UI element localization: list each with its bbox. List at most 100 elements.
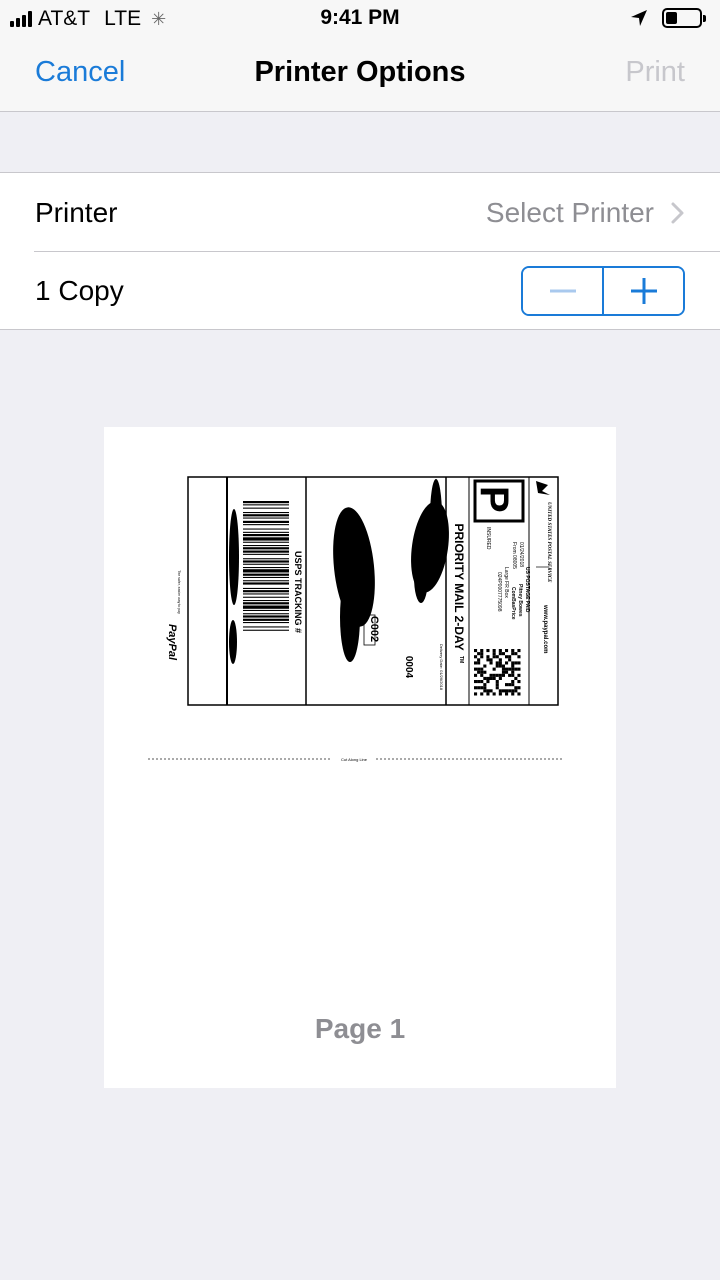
2d-barcode-module	[498, 692, 502, 696]
2d-barcode-module	[480, 655, 484, 659]
2d-barcode-module	[486, 689, 490, 693]
select-printer-value: Select Printer	[485, 197, 654, 228]
barcode-bar	[243, 582, 289, 585]
page-number-label: Page 1	[314, 1013, 406, 1044]
2d-barcode-module	[480, 680, 484, 684]
barcode-bar	[243, 613, 289, 615]
2d-barcode-module	[477, 667, 481, 671]
postage-paid: US POSTAGE PAID	[524, 567, 530, 613]
2d-barcode-module	[495, 673, 499, 677]
2d-barcode-module	[508, 655, 512, 659]
printer-options-table: Printer Select Printer 1 Copy	[0, 172, 720, 330]
2d-barcode-module	[474, 680, 478, 684]
2d-barcode-module	[489, 676, 493, 680]
barcode-bar	[243, 593, 289, 595]
2d-barcode-module	[505, 670, 509, 674]
2d-barcode-module	[489, 673, 493, 677]
battery-icon	[662, 8, 706, 28]
2d-barcode-module	[477, 670, 481, 674]
2d-barcode-module	[498, 661, 502, 665]
2d-barcode-module	[508, 673, 512, 677]
label-id-number: 024P0007775098	[496, 572, 502, 612]
2d-barcode-module	[511, 680, 515, 684]
2d-barcode-module	[517, 655, 521, 659]
2d-barcode-module	[517, 667, 521, 671]
2d-barcode-module	[505, 649, 509, 653]
2d-barcode-module	[480, 692, 484, 696]
2d-barcode-module	[511, 664, 515, 668]
2d-barcode-module	[474, 673, 478, 677]
2d-barcode-module	[480, 649, 484, 653]
2d-barcode-module	[514, 676, 518, 680]
barcode-bar	[243, 618, 289, 621]
2d-barcode-module	[477, 652, 481, 656]
2d-barcode-module	[495, 680, 499, 684]
barcode-bar	[243, 524, 289, 526]
2d-barcode-module	[486, 692, 490, 696]
increment-button[interactable]	[604, 268, 683, 314]
2d-barcode-module	[474, 667, 478, 671]
2d-barcode-module	[492, 649, 496, 653]
barcode-bar	[243, 547, 289, 550]
2d-barcode-module	[505, 661, 509, 665]
chevron-right-icon	[671, 202, 684, 224]
2d-barcode-module	[514, 689, 518, 693]
2d-barcode-module	[480, 673, 484, 677]
2d-barcode-module	[517, 649, 521, 653]
barcode-bar	[243, 517, 289, 519]
2d-barcode-module	[480, 686, 484, 690]
2d-barcode-module	[505, 683, 509, 687]
2d-barcode-module	[480, 667, 484, 671]
2d-barcode-module	[492, 652, 496, 656]
barcode-bar	[243, 545, 289, 547]
2d-barcode-module	[495, 683, 499, 687]
barcode-bar	[243, 587, 289, 589]
2d-barcode-module	[474, 661, 478, 665]
pitney-bowes: Pitney Bowes	[517, 584, 523, 617]
2d-barcode-module	[486, 676, 490, 680]
decrement-button[interactable]	[523, 268, 602, 314]
barcode-bar	[243, 573, 289, 576]
shipping-label-preview: USPS TRACKING # PRIORITY MAIL 2-DAY TM D…	[148, 476, 562, 762]
2d-barcode-module	[486, 680, 490, 684]
barcode-bar	[243, 531, 289, 533]
barcode-bar	[243, 537, 289, 541]
barcode-bar	[243, 541, 289, 543]
2d-barcode-module	[517, 680, 521, 684]
2d-barcode-module	[492, 676, 496, 680]
paypal-logo: PayPal	[166, 624, 178, 661]
2d-barcode-module	[501, 664, 505, 668]
plus-icon	[630, 278, 657, 304]
print-preview-page[interactable]: USPS TRACKING # PRIORITY MAIL 2-DAY TM D…	[104, 427, 616, 1088]
2d-barcode-module	[480, 652, 484, 656]
status-time: 9:41 PM	[320, 6, 400, 29]
barcode-bar	[243, 534, 289, 537]
2d-barcode-module	[508, 683, 512, 687]
2d-barcode-module	[483, 689, 487, 693]
2d-barcode-module	[495, 664, 499, 668]
website-url: www.paypal.com	[542, 604, 548, 653]
2d-barcode-module	[495, 655, 499, 659]
2d-barcode-module	[498, 664, 502, 668]
2d-barcode-module	[483, 664, 487, 668]
print-button[interactable]: Print	[625, 56, 685, 89]
barcode-bar	[243, 590, 289, 593]
2d-barcode-module	[511, 652, 515, 656]
usps-tracking-label: USPS TRACKING #	[293, 551, 303, 633]
barcode-bar	[243, 504, 289, 506]
barcode-bar	[243, 507, 289, 509]
commercial-base-price: ComBasPrice	[510, 587, 516, 620]
cut-line-label: Cut Along Line	[341, 757, 368, 762]
2d-barcode-module	[501, 652, 505, 656]
code-c002: C002	[368, 616, 380, 642]
2d-barcode-module	[483, 686, 487, 690]
2d-barcode-module	[477, 686, 481, 690]
code-0004: 0004	[403, 656, 414, 679]
printer-row[interactable]: Printer Select Printer	[0, 173, 720, 251]
2d-barcode-module	[495, 686, 499, 690]
cancel-button[interactable]: Cancel	[35, 56, 125, 89]
copies-row: 1 Copy	[0, 251, 720, 329]
barcode-bar	[243, 596, 289, 598]
status-bar: AT&T LTE ✳ 9:41 PM	[0, 0, 720, 40]
2d-barcode-module	[477, 680, 481, 684]
